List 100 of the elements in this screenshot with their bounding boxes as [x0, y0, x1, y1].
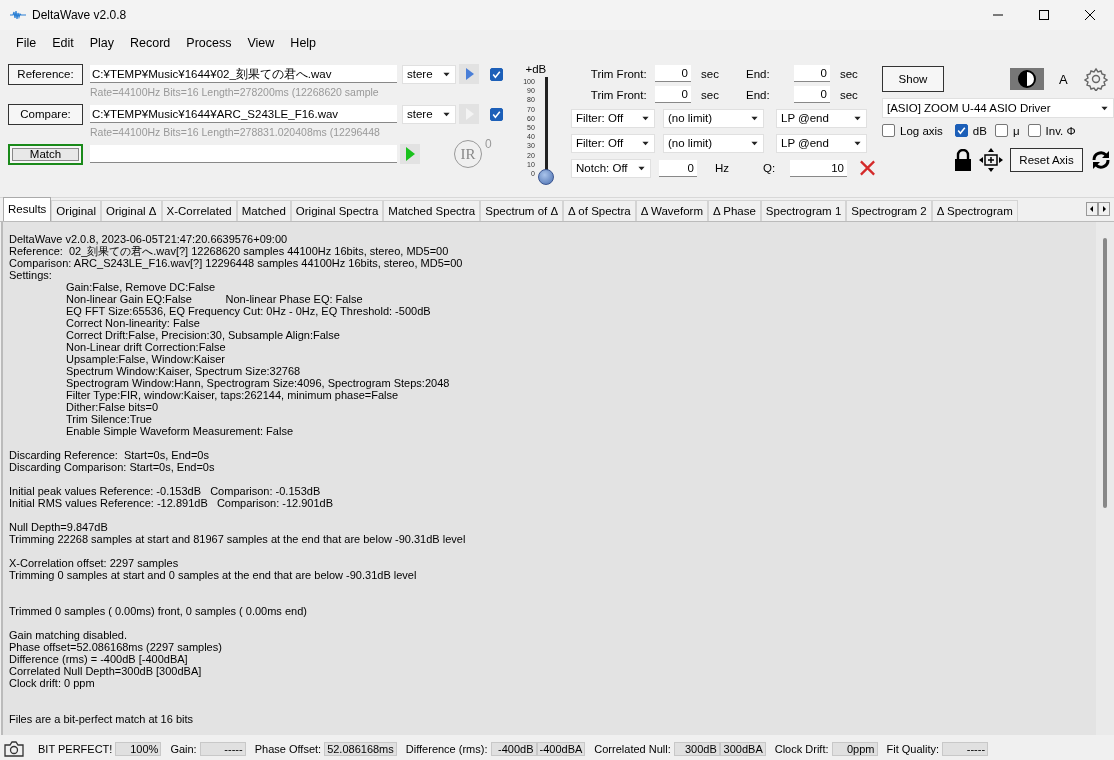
caret-icon[interactable]	[642, 115, 649, 121]
log-line: Trimming 22268 samples at start and 81967 samples at the end that are below -90.31dB level	[9, 533, 467, 545]
match-button[interactable]: Match	[8, 143, 83, 165]
show-button[interactable]: Show	[882, 66, 944, 92]
menu-item[interactable]: Help	[282, 35, 325, 50]
mode-dropdown[interactable]: LP @end	[776, 108, 867, 128]
tab[interactable]: Original Δ	[101, 200, 162, 221]
status-label: Phase Offset:	[254, 743, 322, 755]
option-label: Log axis	[900, 124, 943, 137]
channel-dropdown[interactable]: stere	[402, 104, 456, 124]
settings-icon[interactable]	[1083, 67, 1108, 91]
menu-item[interactable]: Play	[81, 35, 123, 50]
file-path-field[interactable]: C:¥TEMP¥Music¥1644¥02_刻果ての君へ.wav	[90, 65, 397, 83]
device-dropdown[interactable]: [ASIO] ZOOM U-44 ASIO Driver	[882, 98, 1114, 118]
log-line: Discarding Comparison: Start=0s, End=0s	[9, 461, 216, 473]
tab[interactable]: Spectrogram 1	[760, 200, 847, 221]
slider-thumb[interactable]	[537, 169, 554, 185]
tab[interactable]: Matched	[236, 200, 291, 221]
tab[interactable]: Δ of Spectra	[563, 200, 636, 221]
checkbox[interactable]	[954, 124, 968, 137]
menu-item[interactable]: View	[239, 35, 283, 50]
caret-icon[interactable]	[1101, 105, 1108, 111]
notch-frequency-field[interactable]: 0	[658, 159, 697, 177]
tab[interactable]: Δ Waveform	[635, 200, 708, 221]
log-line: Initial peak values Reference: -0.153dB Comparison: -0.153dB	[9, 485, 322, 497]
trim-label: Trim Front:	[589, 67, 647, 80]
tab[interactable]: Matched Spectra	[383, 200, 481, 221]
tab[interactable]: Original Spectra	[290, 200, 384, 221]
file-path-field[interactable]: C:¥TEMP¥Music¥1644¥ARC_S243LE_F16.wav	[90, 105, 397, 123]
log-line: Spectrum Window:Kaiser, Spectrum Size:32768	[65, 365, 302, 377]
maximize-icon[interactable]	[1038, 9, 1050, 21]
checkbox[interactable]	[994, 124, 1008, 137]
trim-end-field[interactable]: 0	[793, 86, 830, 103]
channel-dropdown[interactable]: stere	[402, 64, 456, 84]
file-button[interactable]: Reference:	[8, 63, 83, 85]
refresh-icon[interactable]	[1090, 149, 1112, 171]
limit-dropdown[interactable]: (no limit)	[663, 133, 764, 153]
end-label: End:	[746, 88, 771, 101]
filter-dropdown[interactable]: Filter: Off	[571, 133, 655, 153]
filter-dropdown[interactable]: Filter: Off	[571, 108, 655, 128]
log-line: Difference (rms) = -400dB [-400dBA]	[9, 653, 189, 665]
menu-item[interactable]: Edit	[44, 35, 82, 50]
menu-item[interactable]: Process	[178, 35, 240, 50]
file-info-text: Rate=44100Hz Bits=16 Length=278831.020408ms (12296448	[90, 125, 381, 139]
notch-dropdown[interactable]: Notch: Off	[571, 158, 651, 178]
caret-icon[interactable]	[854, 115, 861, 121]
mode-dropdown[interactable]: LP @end	[776, 133, 867, 153]
play-icon[interactable]	[459, 64, 479, 84]
q-field[interactable]: 10	[790, 159, 847, 177]
caret-icon[interactable]	[443, 71, 450, 77]
trim-front-field[interactable]: 0	[654, 65, 691, 82]
vertical-scrollbar[interactable]	[1096, 222, 1114, 735]
tab[interactable]: Spectrum of Δ	[480, 200, 564, 221]
menu-item[interactable]: Record	[122, 35, 179, 50]
checkbox[interactable]	[490, 67, 503, 81]
status-label: Gain:	[170, 743, 197, 755]
checkbox[interactable]	[490, 107, 503, 121]
log-line: Settings:	[9, 269, 53, 281]
tab[interactable]: Original	[51, 200, 101, 221]
log-line: Trimming 0 samples at start and 0 samples at the end that are below -90.31dB level	[9, 569, 418, 581]
checkbox[interactable]	[1027, 124, 1041, 137]
unit-label: sec	[700, 67, 720, 80]
caret-icon[interactable]	[854, 140, 861, 146]
status-value: 0ppm	[831, 742, 878, 756]
scroll-left-icon[interactable]	[1086, 202, 1098, 216]
end-label: End:	[746, 67, 771, 80]
caret-icon[interactable]	[751, 115, 758, 121]
gain-slider-track[interactable]	[540, 77, 551, 183]
tab[interactable]: Spectrogram 2	[846, 200, 932, 221]
font-button[interactable]: A	[1059, 71, 1068, 87]
caret-icon[interactable]	[642, 140, 649, 146]
camera-icon[interactable]	[4, 741, 24, 757]
move-icon[interactable]	[978, 147, 1004, 173]
tab[interactable]: Δ Phase	[708, 200, 761, 221]
status-value: -400dBA	[536, 742, 586, 756]
log-line: DeltaWave v2.0.8, 2023-06-05T21:47:20.6639576+09:00	[9, 233, 289, 245]
menu-item[interactable]: File	[8, 35, 45, 50]
caret-icon[interactable]	[751, 140, 758, 146]
tab[interactable]: Δ Spectrogram	[931, 200, 1018, 221]
status-label: Difference (rms):	[405, 743, 488, 755]
log-line: Reference: 02_刻果ての君へ.wav[?] 12268620 samples 44100Hz 16bits, stereo, MD5=00	[9, 245, 450, 257]
app-logo-icon	[10, 10, 26, 20]
file-button[interactable]: Compare:	[8, 103, 83, 125]
lock-icon[interactable]	[954, 149, 972, 171]
caret-icon[interactable]	[637, 165, 645, 171]
trim-front-field[interactable]: 0	[654, 86, 691, 103]
limit-dropdown[interactable]: (no limit)	[663, 108, 764, 128]
clear-icon[interactable]	[858, 159, 876, 177]
scroll-right-icon[interactable]	[1098, 202, 1110, 216]
status-value: 300dB	[673, 742, 720, 756]
trim-end-field[interactable]: 0	[793, 65, 830, 82]
close-icon[interactable]	[1084, 9, 1096, 21]
contrast-icon[interactable]	[1010, 68, 1044, 90]
checkbox[interactable]	[882, 124, 895, 137]
tab[interactable]: Results	[3, 197, 52, 221]
tab[interactable]: X-Correlated	[161, 200, 237, 221]
log-line: X-Correlation offset: 2297 samples	[9, 557, 180, 569]
reset-axis-button[interactable]: Reset Axis	[1010, 148, 1083, 172]
file-info-text: Rate=44100Hz Bits=16 Length=278200ms (12268620 sample	[90, 85, 380, 99]
caret-icon[interactable]	[443, 111, 450, 117]
